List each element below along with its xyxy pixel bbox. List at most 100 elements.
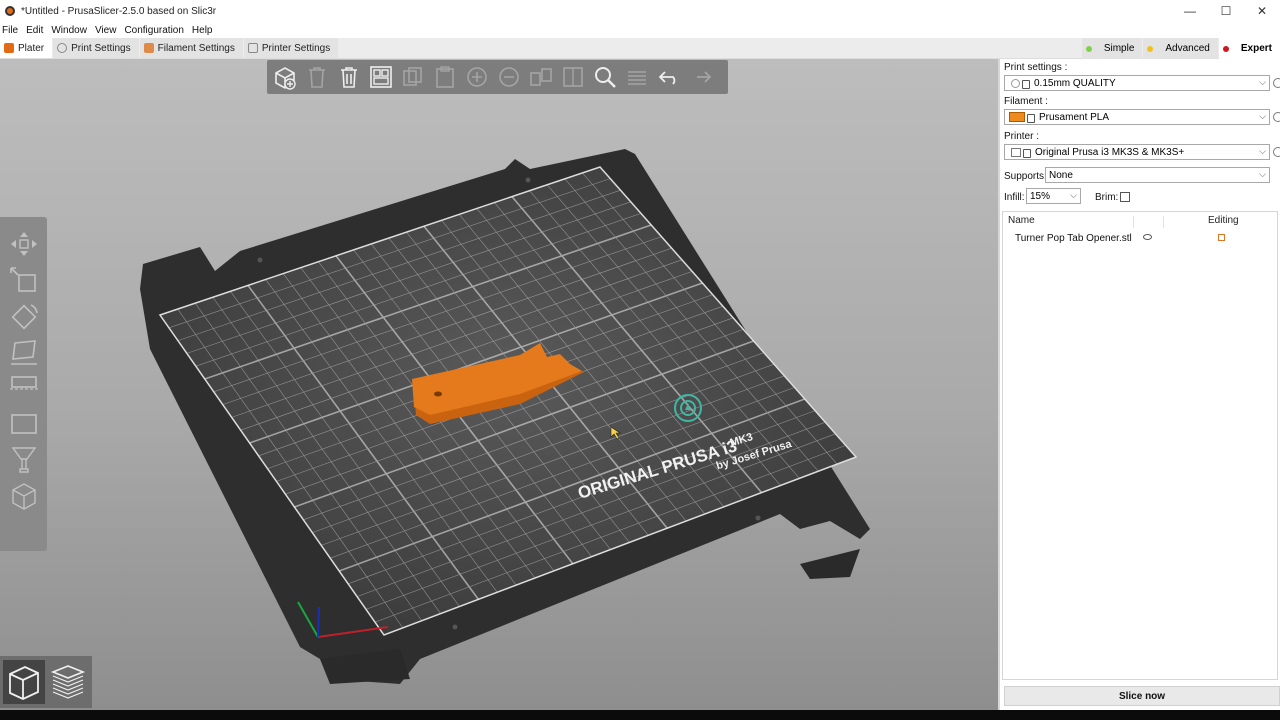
add-instance-button[interactable] [462, 62, 492, 92]
search-icon [595, 67, 616, 88]
3d-viewport[interactable]: ORIGINAL PRUSA i3 MK3 by Josef Prusa [0, 59, 998, 710]
hollow-icon [10, 413, 37, 434]
object-list: Name Editing Turner Pop Tab Opener.stl [1002, 211, 1278, 680]
seam-painting-button[interactable] [5, 479, 43, 512]
menu-configuration[interactable]: Configuration [122, 25, 189, 36]
mode-simple[interactable]: Simple [1081, 38, 1143, 59]
gear-icon [57, 43, 68, 53]
redo-button[interactable] [686, 62, 716, 92]
tab-filament-settings[interactable]: Filament Settings [139, 38, 243, 58]
scale-icon [9, 266, 36, 292]
minimize-button[interactable]: — [1172, 0, 1208, 22]
arrange-icon [370, 66, 392, 88]
undo-button[interactable] [654, 62, 684, 92]
trash-icon [341, 67, 357, 88]
printer-edit-icon[interactable] [1273, 147, 1280, 157]
object-name: Turner Pop Tab Opener.stl [1015, 233, 1132, 244]
window-title: *Untitled - PrusaSlicer-2.5.0 based on S… [21, 5, 217, 17]
printer-icon [247, 43, 258, 53]
supports-combo[interactable]: None ⌵ [1045, 167, 1270, 183]
split-objects-button[interactable] [526, 62, 556, 92]
chevron-down-icon: ⌵ [1070, 190, 1077, 200]
bed-hole [452, 624, 458, 630]
infill-combo[interactable]: 15% ⌵ [1026, 188, 1081, 204]
print-settings-combo[interactable]: 0.15mm QUALITY ⌵ [1004, 75, 1270, 91]
mode-expert-label: Expert [1240, 43, 1272, 54]
place-on-face-button[interactable] [5, 335, 43, 368]
arrange-button[interactable] [366, 62, 396, 92]
delete-button[interactable] [302, 62, 332, 92]
filament-edit-icon[interactable] [1273, 112, 1280, 122]
brim-checkbox[interactable] [1120, 192, 1130, 202]
lock-icon [1027, 113, 1035, 123]
lock-icon [1023, 148, 1031, 158]
paint-supports-button[interactable] [5, 443, 43, 476]
add-object-button[interactable] [270, 62, 300, 92]
column-header-name[interactable]: Name [1008, 215, 1035, 226]
menu-bar: File Edit Window View Configuration Help [0, 22, 1280, 38]
move-tool-button[interactable] [5, 227, 43, 260]
tab-plater[interactable]: Plater [0, 38, 53, 58]
search-button[interactable] [590, 62, 620, 92]
scale-tool-button[interactable] [5, 263, 43, 296]
filament-combo[interactable]: Prusament PLA ⌵ [1004, 109, 1270, 125]
bed-foot [800, 549, 860, 579]
rotate-icon [11, 303, 38, 329]
plater-icon [4, 43, 14, 53]
copy-icon [403, 67, 422, 86]
remove-instance-button[interactable] [494, 62, 524, 92]
eye-icon[interactable] [1143, 234, 1152, 240]
maximize-button[interactable]: ☐ [1208, 0, 1244, 22]
print-bed-svg: ORIGINAL PRUSA i3 MK3 by Josef Prusa [140, 149, 870, 684]
add-cube-icon [275, 67, 296, 90]
print-settings-edit-icon[interactable] [1273, 78, 1280, 88]
mode-expert-dot-icon [1222, 45, 1229, 52]
bed-hole [257, 257, 263, 263]
chevron-down-icon: ⌵ [1259, 169, 1266, 179]
printer-combo[interactable]: Original Prusa i3 MK3S & MK3S+ ⌵ [1004, 144, 1270, 160]
cut-tool-button[interactable] [5, 371, 43, 404]
edit-icon[interactable] [1218, 234, 1225, 241]
preview-button[interactable] [48, 660, 90, 704]
paste-icon [436, 66, 454, 88]
paste-button[interactable] [430, 62, 460, 92]
mode-advanced-dot-icon [1147, 45, 1154, 52]
mode-advanced-label: Advanced [1165, 43, 1210, 54]
filament-value: Prusament PLA [1039, 111, 1110, 123]
tab-print-settings-label: Print Settings [71, 42, 131, 54]
chevron-down-icon: ⌵ [1259, 77, 1266, 87]
3d-view-button[interactable] [3, 660, 45, 704]
menu-edit[interactable]: Edit [24, 25, 49, 36]
delete-all-button[interactable] [334, 62, 364, 92]
menu-file[interactable]: File [0, 25, 24, 36]
cube-seam-icon [11, 482, 36, 510]
menu-view[interactable]: View [93, 25, 123, 36]
bottom-strip [0, 710, 1280, 720]
layers-editing-button[interactable] [622, 62, 652, 92]
split-parts-button[interactable] [558, 62, 588, 92]
lock-icon [1022, 79, 1030, 89]
tab-print-settings[interactable]: Print Settings [53, 38, 139, 58]
slice-now-button[interactable]: Slice now [1004, 686, 1280, 706]
tab-filament-settings-label: Filament Settings [157, 42, 235, 54]
supports-value: None [1049, 169, 1073, 181]
column-separator [1133, 216, 1134, 228]
hollow-tool-button[interactable] [5, 407, 43, 440]
filament-color-swatch[interactable] [1009, 112, 1025, 122]
menu-help[interactable]: Help [190, 25, 219, 36]
tab-plater-label: Plater [18, 42, 45, 54]
printer-label: Printer : [1004, 131, 1040, 142]
mode-advanced[interactable]: Advanced [1143, 38, 1218, 59]
menu-window[interactable]: Window [49, 25, 93, 36]
tab-printer-settings[interactable]: Printer Settings [243, 38, 339, 58]
infill-value: 15% [1030, 190, 1051, 202]
cube-icon [8, 666, 39, 700]
split-parts-icon [563, 67, 583, 87]
rotate-tool-button[interactable] [5, 299, 43, 332]
column-header-editing[interactable]: Editing [1208, 215, 1239, 226]
close-button[interactable]: ✕ [1244, 0, 1280, 22]
layers-icon [628, 71, 646, 85]
copy-button[interactable] [398, 62, 428, 92]
mode-expert[interactable]: Expert [1218, 38, 1280, 59]
cut-icon [9, 375, 38, 390]
